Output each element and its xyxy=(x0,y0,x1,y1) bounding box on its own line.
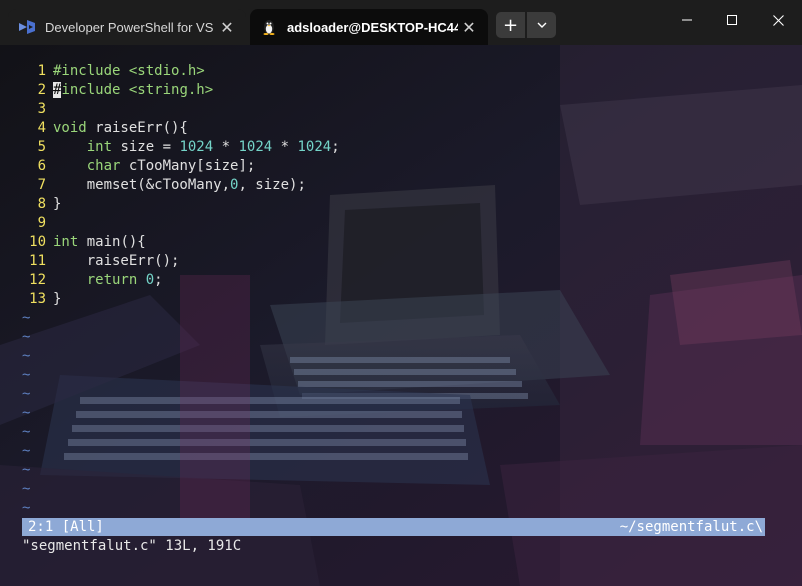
line-number: 5 xyxy=(37,139,46,155)
empty-line-marker: ~ xyxy=(22,329,31,345)
line-number: 9 xyxy=(37,215,46,231)
line-number: 12 xyxy=(29,272,46,288)
line-text: } xyxy=(53,291,62,307)
code-line: 9 xyxy=(22,214,340,233)
editor-buffer[interactable]: 1 #include <stdio.h> 2 #include <string.h>… xyxy=(22,62,340,518)
empty-line-marker: ~ xyxy=(22,462,31,478)
line-number: 1 xyxy=(37,63,46,79)
line-text: int main(){ xyxy=(53,234,146,250)
new-tab-button[interactable]: + xyxy=(496,12,525,38)
line-text: return 0; xyxy=(86,272,163,288)
code-line: 6 char cTooMany[size]; xyxy=(22,157,340,176)
title-bar: Developer PowerShell for VS 2 ✕ adsloade… xyxy=(0,0,802,45)
close-tab-icon[interactable]: ✕ xyxy=(216,16,238,38)
line-text: memset(&cTooMany,0, size); xyxy=(53,177,306,193)
code-line: 12 return 0; xyxy=(22,271,340,290)
new-tab-group: + xyxy=(496,12,556,38)
line-text: #include <stdio.h> xyxy=(53,63,205,79)
minimize-button[interactable] xyxy=(664,0,710,40)
empty-line-marker: ~ xyxy=(22,386,31,402)
tab-dropdown-button[interactable] xyxy=(527,12,556,38)
line-text-cursor-line: #include <string.h> xyxy=(53,81,213,100)
code-line: 13} xyxy=(22,290,340,309)
code-line: 10 int main(){ xyxy=(22,233,340,252)
line-text-rest: include <string.h> xyxy=(61,82,214,98)
line-text: } xyxy=(53,196,62,212)
close-tab-icon[interactable]: ✕ xyxy=(458,16,480,38)
line-number: 11 xyxy=(29,253,46,269)
code-line: 1 #include <stdio.h> xyxy=(22,62,340,81)
code-line: 5 int size = 1024 * 1024 * 1024; xyxy=(22,138,340,157)
code-line: 7 memset(&cTooMany,0, size); xyxy=(22,176,340,195)
empty-line-marker: ~ xyxy=(22,348,31,364)
line-number: 10 xyxy=(29,234,46,250)
line-number: 6 xyxy=(37,158,46,174)
line-text: void raiseErr(){ xyxy=(53,120,188,136)
tab-adsloader[interactable]: adsloader@DESKTOP-HC441 ✕ xyxy=(250,9,488,45)
line-number: 7 xyxy=(37,177,46,193)
empty-line-marker: ~ xyxy=(22,310,31,326)
code-line: 8} xyxy=(22,195,340,214)
minimize-icon xyxy=(682,19,692,21)
code-line: 11 raiseErr(); xyxy=(22,252,340,271)
status-position: 2:1 [All] xyxy=(28,519,104,535)
line-text: raiseErr(); xyxy=(53,253,180,269)
maximize-button[interactable] xyxy=(709,0,755,40)
code-line: 2 #include <string.h> xyxy=(22,81,340,100)
code-line: 4 void raiseErr(){ xyxy=(22,119,340,138)
tab-title: Developer PowerShell for VS 2 xyxy=(45,19,216,35)
empty-lines: ~ ~ ~ ~ ~ ~ ~ ~ ~ ~ ~ xyxy=(22,309,340,518)
terminal-pane[interactable]: 1 #include <stdio.h> 2 #include <string.h>… xyxy=(0,45,802,586)
vim-statusline: 2:1 [All] ~/segmentfalut.c\ xyxy=(22,518,765,536)
line-text: int size = 1024 * 1024 * 1024; xyxy=(86,139,340,155)
empty-line-marker: ~ xyxy=(22,405,31,421)
linux-penguin-icon xyxy=(260,18,278,36)
maximize-icon xyxy=(727,15,737,25)
close-button[interactable] xyxy=(755,0,801,40)
code-line: 3 xyxy=(22,100,340,119)
empty-line-marker: ~ xyxy=(22,424,31,440)
empty-line-marker: ~ xyxy=(22,500,31,516)
visual-studio-icon xyxy=(18,18,36,36)
line-number: 8 xyxy=(37,196,46,212)
status-filepath: ~/segmentfalut.c\ xyxy=(619,519,763,535)
vim-command-line[interactable]: "segmentfalut.c" 13L, 191C xyxy=(22,537,241,556)
close-icon xyxy=(772,14,784,26)
line-number: 4 xyxy=(37,120,46,136)
empty-line-marker: ~ xyxy=(22,481,31,497)
line-text: char cTooMany[size]; xyxy=(86,158,256,174)
chevron-down-icon xyxy=(537,22,546,28)
empty-line-marker: ~ xyxy=(22,367,31,383)
line-number: 13 xyxy=(29,291,46,307)
line-number: 3 xyxy=(37,101,46,117)
empty-line-marker: ~ xyxy=(22,443,31,459)
tab-developer-powershell[interactable]: Developer PowerShell for VS 2 ✕ xyxy=(8,9,246,45)
tab-title: adsloader@DESKTOP-HC441 xyxy=(287,19,458,35)
line-number: 2 xyxy=(37,82,46,98)
plus-icon: + xyxy=(502,14,519,36)
